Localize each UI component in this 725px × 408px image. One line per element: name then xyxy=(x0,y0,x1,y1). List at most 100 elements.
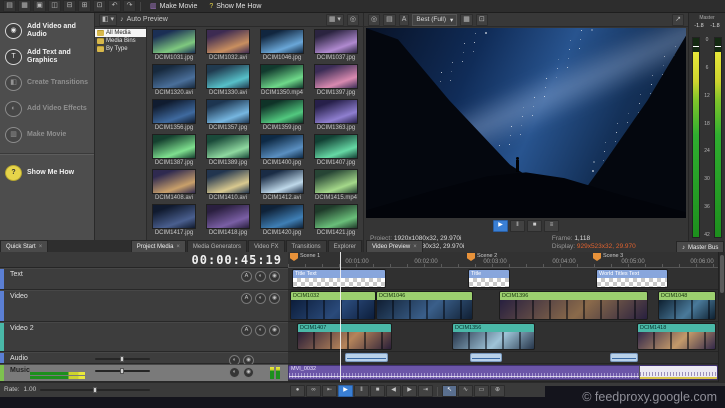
open-project-icon[interactable]: ▦ xyxy=(18,0,31,12)
previous-frame-button[interactable]: ◀ xyxy=(386,385,401,397)
media-thumbnail[interactable]: DCIM1397.jpg xyxy=(311,64,361,97)
track-header-video2[interactable]: Video 2A◐◉ xyxy=(0,322,288,352)
tab-transitions[interactable]: Transitions xyxy=(286,240,327,252)
audio-clip[interactable] xyxy=(470,353,502,362)
sidebar-item-show-me-how[interactable]: ?Show Me How xyxy=(0,160,94,186)
scrollbar-thumb[interactable] xyxy=(720,255,724,293)
selected-audio-event[interactable] xyxy=(639,366,717,379)
track-fx-icon[interactable]: ◉ xyxy=(269,271,280,282)
auto-preview-icon[interactable]: ♪ xyxy=(120,16,124,23)
track-fx-icon[interactable]: ◉ xyxy=(243,367,254,378)
track-header-text[interactable]: TextA◐◉ xyxy=(0,268,288,290)
media-thumbnail[interactable]: DCIM1408.avi xyxy=(149,169,199,202)
track-fx-icon[interactable]: ◉ xyxy=(269,325,280,336)
media-thumbnail[interactable]: DCIM1356.jpg xyxy=(149,99,199,132)
copy-icon[interactable]: ⊞ xyxy=(78,0,91,12)
pan-icon[interactable]: ◐ xyxy=(255,293,266,304)
automation-icon[interactable]: A xyxy=(241,325,252,336)
overlay-icon[interactable]: A xyxy=(399,14,410,26)
media-bin-icon[interactable]: ◧ ▾ xyxy=(99,14,117,26)
video-clip[interactable]: DCIM1048 xyxy=(658,291,716,320)
save-project-icon[interactable]: ▣ xyxy=(33,0,46,12)
media-thumbnail[interactable]: DCIM1363.jpg xyxy=(311,99,361,132)
external-monitor-icon[interactable]: ↗ xyxy=(672,14,684,26)
timeline-ruler[interactable]: 00:01:0000:02:0000:03:0000:04:0000:05:00… xyxy=(288,252,718,268)
media-thumbnail[interactable]: DCIM1415.mp4 xyxy=(311,169,361,202)
grid-overlay-icon[interactable]: ⊡ xyxy=(476,14,488,26)
media-thumbnail[interactable]: DCIM1410.avi xyxy=(203,169,253,202)
audio-clip[interactable] xyxy=(610,353,638,362)
title-clip[interactable]: Title xyxy=(468,269,510,288)
automation-icon[interactable]: A xyxy=(241,293,252,304)
media-properties-icon[interactable]: ◎ xyxy=(347,14,359,26)
timeline-vertical-scrollbar[interactable] xyxy=(718,252,725,382)
media-thumbnail[interactable]: DCIM1420.jpg xyxy=(257,204,307,237)
preview-play-button[interactable]: ▶ xyxy=(493,220,508,232)
properties-icon[interactable]: ◫ xyxy=(48,0,61,12)
show-me-how-button[interactable]: ? Show Me How xyxy=(204,1,266,12)
preview-quality-dropdown[interactable]: Best (Full) ▾ xyxy=(412,14,457,26)
track-lane-audio[interactable] xyxy=(288,352,718,364)
audio-clip[interactable] xyxy=(345,353,388,362)
make-movie-button[interactable]: ▥ Make Movie xyxy=(145,1,202,12)
music-clip[interactable]: MVI_0032 xyxy=(288,365,718,380)
tab-quick-start[interactable]: Quick Start× xyxy=(0,240,48,252)
tab-project-media[interactable]: Project Media× xyxy=(131,240,186,252)
record-button[interactable]: ● xyxy=(290,385,305,397)
split-screen-icon[interactable]: ▦ xyxy=(460,14,473,26)
media-thumbnail[interactable]: DCIM1400.jpg xyxy=(257,134,307,167)
tree-item-all-media[interactable]: All Media xyxy=(95,29,146,37)
tab-video-fx[interactable]: Video FX xyxy=(248,240,285,252)
track-fx-icon[interactable]: ◉ xyxy=(269,293,280,304)
media-thumbnail[interactable]: DCIM1330.avi xyxy=(203,64,253,97)
pan-icon[interactable]: ◐ xyxy=(229,367,240,378)
next-frame-button[interactable]: ▶ xyxy=(402,385,417,397)
pan-icon[interactable]: ◐ xyxy=(255,325,266,336)
track-header-video[interactable]: VideoA◐◉ xyxy=(0,290,288,322)
media-thumbnail[interactable]: DCIM1037.jpg xyxy=(311,29,361,62)
video-clip[interactable]: DCIM1418 xyxy=(637,323,716,350)
media-thumbnail[interactable]: DCIM1412.avi xyxy=(257,169,307,202)
sidebar-item-add-text-and-graphics[interactable]: TAdd Text and Graphics xyxy=(0,44,94,70)
redo-icon[interactable]: ↷ xyxy=(123,0,136,12)
media-thumbnail[interactable]: DCIM1031.jpg xyxy=(149,29,199,62)
marker-flag-1[interactable] xyxy=(290,253,298,261)
track-lane-video[interactable]: DCIM1032DCIM1046DCIM1396DCIM1048 xyxy=(288,290,718,322)
selection-edit-tool-button[interactable]: ▭ xyxy=(474,385,489,397)
zoom-edit-tool-button[interactable]: ⊕ xyxy=(490,385,505,397)
media-thumbnail[interactable]: DCIM1046.jpg xyxy=(257,29,307,62)
volume-slider-thumb[interactable] xyxy=(120,368,124,374)
volume-slider[interactable] xyxy=(95,358,150,360)
go-to-end-button[interactable]: ⇥ xyxy=(418,385,433,397)
marker-flag-2[interactable] xyxy=(467,253,475,261)
media-thumbnail[interactable]: DCIM1357.jpg xyxy=(203,99,253,132)
tree-item-media-bins[interactable]: Media Bins xyxy=(95,37,146,45)
title-clip[interactable]: World Titles Text xyxy=(596,269,668,288)
close-icon[interactable]: × xyxy=(413,243,417,251)
volume-slider[interactable] xyxy=(95,370,150,372)
video-clip[interactable]: DCIM1356 xyxy=(452,323,535,350)
play-button[interactable]: ▶ xyxy=(338,385,353,397)
rate-slider[interactable] xyxy=(40,389,150,391)
go-to-start-button[interactable]: ⇤ xyxy=(322,385,337,397)
normal-edit-tool-button[interactable]: ↖ xyxy=(442,385,457,397)
video-clip[interactable]: DCIM1407 xyxy=(297,323,392,350)
cut-icon[interactable]: ⊟ xyxy=(63,0,76,12)
track-header-music[interactable]: Music◐◉ xyxy=(0,364,288,382)
tree-item-by-type[interactable]: By Type xyxy=(95,45,146,53)
marker-flag-3[interactable] xyxy=(593,253,601,261)
video-clip[interactable]: DCIM1396 xyxy=(499,291,648,320)
media-thumbnail[interactable]: DCIM1320.avi xyxy=(149,64,199,97)
preview-menu-button[interactable]: ≡ xyxy=(544,220,559,232)
rate-slider-thumb[interactable] xyxy=(93,387,97,393)
tab-explorer[interactable]: Explorer xyxy=(328,240,362,252)
sidebar-item-add-video-and-audio[interactable]: ◉Add Video and Audio xyxy=(0,18,94,44)
undo-icon[interactable]: ↶ xyxy=(108,0,121,12)
media-thumbnail[interactable]: DCIM1407.jpg xyxy=(311,134,361,167)
media-thumbnail[interactable]: DCIM1421.jpg xyxy=(311,204,361,237)
paste-icon[interactable]: ⊡ xyxy=(93,0,106,12)
media-thumbnail[interactable]: DCIM1418.jpg xyxy=(203,204,253,237)
tab-video-preview[interactable]: Video Preview × xyxy=(366,240,423,252)
close-icon[interactable]: × xyxy=(176,243,180,251)
track-header-audio[interactable]: Audio◐◉ xyxy=(0,352,288,364)
